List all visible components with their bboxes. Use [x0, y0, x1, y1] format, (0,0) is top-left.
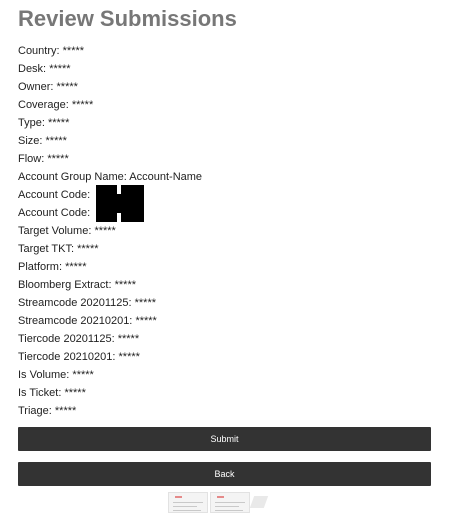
field-label: Size:	[18, 135, 43, 147]
field-value: *****	[54, 405, 77, 417]
field-label: Streamcode 20210201:	[18, 315, 133, 327]
thumbnail-line	[173, 506, 197, 507]
field-desk: Desk: *****	[18, 60, 456, 78]
thumbnail-line	[173, 502, 203, 503]
field-label: Account Code:	[18, 207, 91, 219]
field-tiercode-20210201: Tiercode 20210201: *****	[18, 348, 456, 366]
field-owner: Owner: *****	[18, 78, 456, 96]
thumbnail-image[interactable]	[210, 492, 250, 513]
field-value: *****	[47, 153, 69, 165]
field-value: *****	[71, 99, 94, 111]
field-label: Account Code:	[18, 189, 91, 201]
field-target-volume: Target Volume: *****	[18, 222, 456, 240]
thumbnail-overflow	[249, 496, 269, 508]
field-triage: Triage: *****	[18, 402, 456, 420]
field-value: *****	[114, 279, 137, 291]
field-value: *****	[47, 117, 70, 129]
thumbnail-image[interactable]	[168, 492, 208, 513]
field-label: Country:	[18, 45, 60, 57]
thumbnail-line	[215, 510, 243, 511]
redaction-gap	[117, 213, 121, 222]
field-label: Owner:	[18, 81, 54, 93]
field-type: Type: *****	[18, 114, 456, 132]
field-label: Is Volume:	[18, 369, 70, 381]
field-label: Target Volume:	[18, 225, 92, 237]
field-value: *****	[118, 351, 140, 363]
thumbnail-line	[215, 506, 239, 507]
field-value: *****	[49, 63, 71, 75]
field-label: Flow:	[18, 153, 45, 165]
thumbnail-logo	[175, 496, 182, 498]
field-value: *****	[65, 261, 87, 273]
field-label: Is Ticket:	[18, 387, 62, 399]
field-country: Country: *****	[18, 42, 456, 60]
field-bloomberg-extract: Bloomberg Extract: *****	[18, 276, 456, 294]
field-streamcode-20210201: Streamcode 20210201: *****	[18, 312, 456, 330]
field-label: Coverage:	[18, 99, 69, 111]
field-size: Size: *****	[18, 132, 456, 150]
field-account-code-2: Account Code: 4	[18, 203, 456, 222]
redaction-block	[96, 203, 144, 222]
field-coverage: Coverage: *****	[18, 96, 456, 114]
thumbnail-line	[173, 510, 201, 511]
field-value: *****	[117, 333, 140, 345]
field-value: *****	[72, 369, 94, 381]
submit-button[interactable]: Submit	[18, 427, 431, 451]
field-label: Tiercode 20210201:	[18, 351, 116, 363]
field-streamcode-20201125: Streamcode 20201125: *****	[18, 294, 456, 312]
field-tiercode-20201125: Tiercode 20201125: *****	[18, 330, 456, 348]
field-value: *****	[77, 243, 99, 255]
thumbnail-logo	[217, 496, 224, 498]
field-label: Account Group Name:	[18, 171, 127, 183]
field-label: Triage:	[18, 405, 52, 417]
field-value: *****	[45, 135, 67, 147]
back-button[interactable]: Back	[18, 462, 431, 486]
thumbnail-strip	[168, 492, 269, 513]
field-value: *****	[64, 387, 86, 399]
field-is-volume: Is Volume: *****	[18, 366, 456, 384]
field-target-tkt: Target TKT: *****	[18, 240, 456, 258]
field-value: *****	[135, 315, 157, 327]
thumbnail-line	[215, 502, 245, 503]
field-account-group-name: Account Group Name: Account-Name	[18, 168, 456, 186]
field-label: Type:	[18, 117, 45, 129]
redaction-gap	[117, 185, 121, 194]
field-value: *****	[56, 81, 78, 93]
field-value: *****	[134, 297, 157, 309]
field-flow: Flow: *****	[18, 150, 456, 168]
field-label: Bloomberg Extract:	[18, 279, 112, 291]
field-platform: Platform: *****	[18, 258, 456, 276]
submission-fields: Country: ***** Desk: ***** Owner: ***** …	[18, 42, 456, 420]
field-label: Target TKT:	[18, 243, 75, 255]
page-title: Review Submissions	[18, 6, 237, 31]
field-account-code-1: Account Code: 4	[18, 185, 456, 204]
field-label: Streamcode 20201125:	[18, 297, 132, 309]
field-is-ticket: Is Ticket: *****	[18, 384, 456, 402]
field-label: Desk:	[18, 63, 47, 75]
field-label: Tiercode 20201125:	[18, 333, 115, 345]
field-value: Account-Name	[129, 171, 203, 183]
field-label: Platform:	[18, 261, 63, 273]
field-value: *****	[62, 45, 85, 57]
field-value: *****	[94, 225, 116, 237]
redaction-block	[96, 185, 144, 204]
